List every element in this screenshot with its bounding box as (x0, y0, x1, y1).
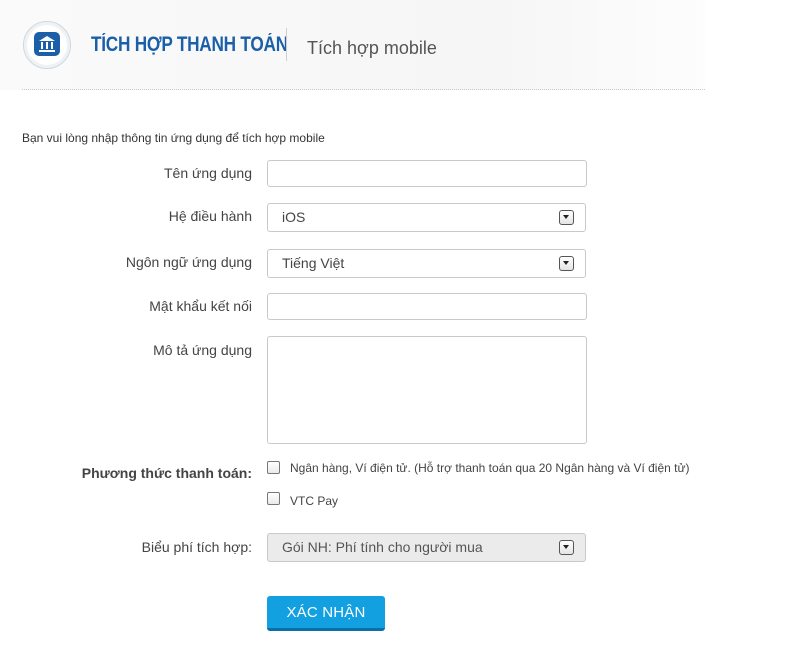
payment-option-vtcpay-checkbox[interactable] (267, 492, 280, 505)
payment-option-bank-checkbox[interactable] (267, 461, 280, 474)
submit-button[interactable]: XÁC NHẬN (267, 596, 385, 631)
description-label: Mô tả ứng dụng (153, 342, 252, 358)
fee-select-value: Gói NH: Phí tính cho người mua (282, 539, 483, 555)
fee-label: Biểu phí tích hợp: (141, 539, 252, 555)
payment-option-vtcpay-label: VTC Pay (290, 494, 339, 508)
header-separator (22, 89, 705, 90)
page-subtitle: Tích hợp mobile (307, 38, 437, 58)
page-title: TÍCH HỢP THANH TOÁN (91, 33, 288, 56)
app-name-label: Tên ứng dụng (164, 165, 252, 181)
fee-select[interactable]: Gói NH: Phí tính cho người mua (267, 533, 586, 562)
header-divider (286, 28, 287, 61)
payment-option-bank-label: Ngân hàng, Ví điện tử. (Hỗ trợ thanh toá… (290, 461, 690, 475)
description-textarea[interactable] (267, 336, 587, 444)
app-name-input[interactable] (267, 160, 587, 187)
payment-method-label: Phương thức thanh toán: (81, 465, 252, 481)
form-intro: Bạn vui lòng nhập thông tin ứng dụng để … (22, 131, 325, 145)
os-select-value: iOS (282, 209, 306, 225)
password-input[interactable] (267, 293, 587, 320)
language-select-value: Tiếng Việt (282, 255, 345, 271)
bank-icon (23, 21, 71, 69)
chevron-down-icon (559, 256, 574, 271)
password-label: Mật khẩu kết nối (149, 298, 252, 314)
language-label: Ngôn ngữ ứng dụng (125, 254, 252, 270)
os-select[interactable]: iOS (267, 203, 586, 232)
chevron-down-icon (559, 540, 574, 555)
language-select[interactable]: Tiếng Việt (267, 249, 586, 278)
chevron-down-icon (559, 210, 574, 225)
os-label: Hệ điều hành (168, 208, 252, 224)
